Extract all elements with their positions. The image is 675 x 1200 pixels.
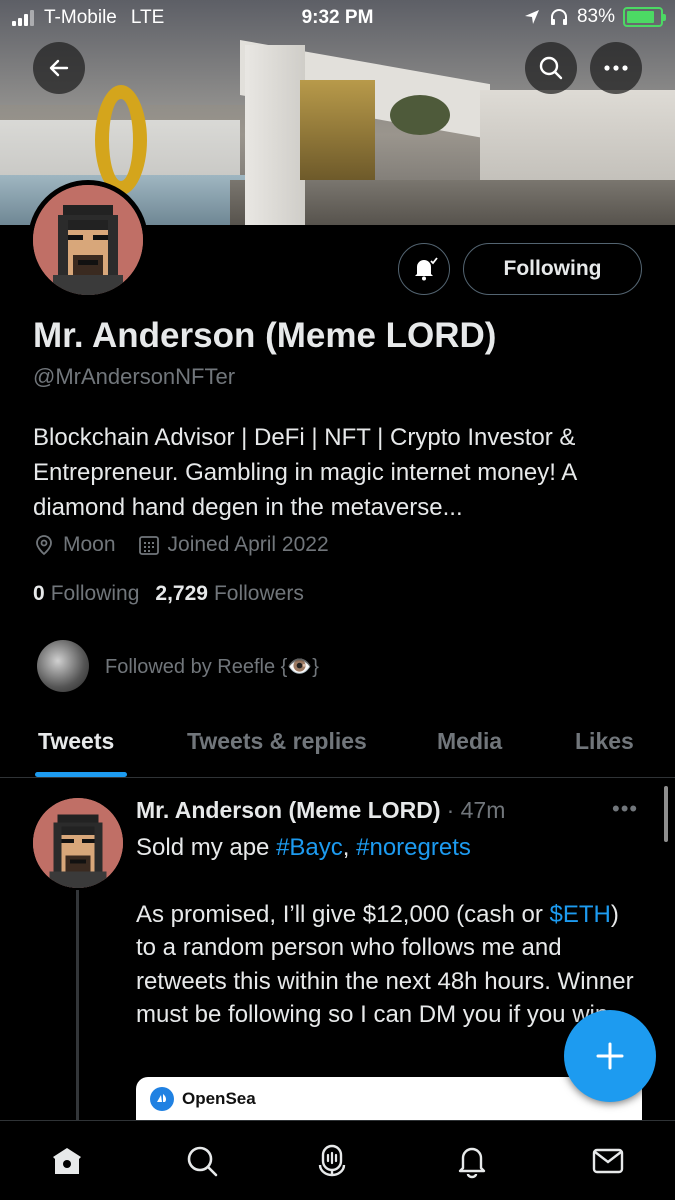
- tab-tweets[interactable]: Tweets: [38, 728, 114, 755]
- active-tab-indicator: [35, 772, 127, 777]
- compose-button[interactable]: [564, 1010, 656, 1102]
- battery-percent: 83%: [576, 6, 615, 27]
- profile-tabs: Tweets Tweets & replies Media Likes: [0, 710, 675, 778]
- tab-tweets-replies[interactable]: Tweets & replies: [187, 728, 367, 755]
- nav-spaces[interactable]: [312, 1141, 352, 1181]
- more-horizontal-icon: [604, 65, 628, 71]
- tweet-text: Sold my ape #Bayc, #noregrets As promise…: [136, 831, 636, 1032]
- following-count: 0: [33, 582, 45, 605]
- hashtag-noregrets[interactable]: #noregrets: [356, 834, 471, 861]
- card-brand: OpenSea: [182, 1089, 256, 1108]
- pixel-art-avatar: [33, 185, 143, 295]
- tweet-line-1: Sold my ape #Bayc, #noregrets: [136, 834, 471, 861]
- profile-location: Moon: [33, 533, 116, 557]
- thread-line: [76, 890, 79, 1120]
- arrow-left-icon: [49, 59, 69, 77]
- tweet-paragraph: As promised, I’ll give $12,000 (cash or …: [136, 900, 634, 1029]
- following-button[interactable]: Following: [463, 243, 642, 295]
- followed-by[interactable]: Followed by Reefle {👁️}: [37, 640, 319, 692]
- tweet-more-button[interactable]: •••: [612, 796, 638, 822]
- followers-count-link[interactable]: 2,729 Followers: [155, 582, 303, 606]
- profile-bio: Blockchain Advisor | DeFi | NFT | Crypto…: [33, 424, 576, 521]
- profile-joined: Joined April 2022: [138, 533, 329, 557]
- status-right: 83%: [523, 6, 666, 28]
- profile-meta: Moon Joined April 2022: [33, 533, 343, 557]
- calendar-icon: [138, 536, 159, 555]
- plus-icon: [596, 1042, 624, 1070]
- pixel-art-avatar: [33, 798, 123, 888]
- nav-search[interactable]: [182, 1141, 222, 1181]
- followers-count: 2,729: [155, 582, 208, 605]
- messages-icon: [592, 1148, 624, 1174]
- notifications-icon: [458, 1147, 486, 1179]
- nav-notifications[interactable]: [452, 1141, 492, 1181]
- search-button[interactable]: [525, 42, 577, 94]
- link-card-opensea[interactable]: OpenSea: [136, 1077, 642, 1121]
- notifications-toggle[interactable]: [398, 243, 450, 295]
- nav-home[interactable]: [47, 1141, 87, 1181]
- nav-messages[interactable]: [588, 1141, 628, 1181]
- profile-handle: @MrAndersonNFTer: [33, 364, 236, 389]
- tab-likes[interactable]: Likes: [575, 728, 634, 755]
- followers-count-label: Followers: [213, 582, 304, 605]
- search-icon: [539, 56, 563, 80]
- more-button[interactable]: [590, 42, 642, 94]
- profile-avatar[interactable]: [28, 180, 148, 300]
- follower-avatar: [37, 640, 89, 692]
- scrollbar[interactable]: [664, 786, 668, 842]
- spaces-icon: [318, 1144, 346, 1177]
- search-icon: [187, 1146, 218, 1177]
- home-icon: [53, 1148, 81, 1174]
- tab-media[interactable]: Media: [437, 728, 502, 755]
- status-bar: T-Mobile LTE 9:32 PM 83%: [0, 0, 675, 36]
- bell-check-icon: [415, 257, 438, 281]
- followed-by-text: Followed by Reefle {👁️}: [105, 655, 319, 678]
- follow-counts: 0 Following 2,729 Followers: [33, 582, 304, 606]
- tweet-author[interactable]: Mr. Anderson (Meme LORD): [136, 797, 441, 824]
- tweet-header: Mr. Anderson (Meme LORD) · 47m: [136, 797, 505, 824]
- location-arrow-icon: [524, 10, 539, 24]
- tweet-avatar[interactable]: [33, 798, 123, 888]
- location-pin-icon: [36, 535, 52, 556]
- profile-name: Mr. Anderson (Meme LORD): [33, 316, 497, 355]
- cashtag-eth[interactable]: $ETH: [550, 901, 611, 928]
- opensea-logo-icon: [150, 1087, 174, 1111]
- headphones-icon: [550, 9, 567, 25]
- battery-fill: [627, 11, 654, 23]
- bottom-nav: [0, 1120, 675, 1200]
- battery-icon: [623, 7, 666, 27]
- back-button[interactable]: [33, 42, 85, 94]
- joined-label: Joined April 2022: [167, 533, 329, 556]
- location-label: Moon: [63, 533, 116, 556]
- following-count-label: Following: [50, 582, 140, 605]
- following-count-link[interactable]: 0 Following: [33, 582, 139, 606]
- tweet-time: · 47m: [446, 797, 506, 823]
- hashtag-bayc[interactable]: #Bayc: [276, 834, 343, 861]
